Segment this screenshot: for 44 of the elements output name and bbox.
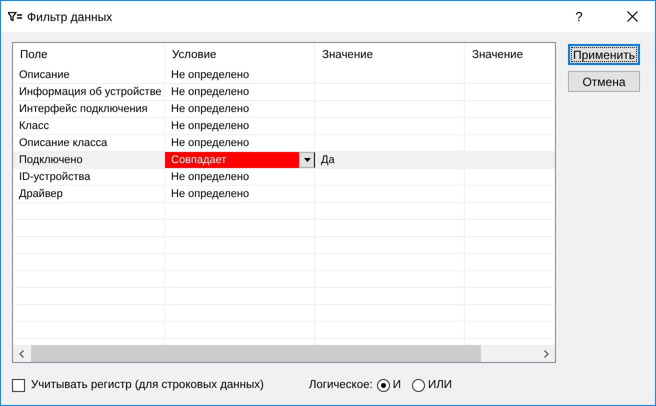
- table-row[interactable]: Интерфейс подключения Не определено: [13, 101, 555, 118]
- window-title: Фильтр данных: [27, 10, 114, 24]
- column-header[interactable]: Условие: [172, 44, 216, 66]
- table-cell-text: Не определено: [171, 119, 250, 134]
- table-cell-text: Не определено: [171, 170, 250, 185]
- column-header[interactable]: Значение: [472, 44, 523, 66]
- table-cell-text: Не определено: [171, 102, 250, 117]
- cancel-button[interactable]: Отмена: [568, 71, 640, 92]
- radio-label[interactable]: И: [392, 379, 401, 391]
- table-cell-text: Не определено: [171, 68, 250, 83]
- table-cell-text: Информация об устройстве: [19, 85, 162, 100]
- horizontal-scrollbar[interactable]: [13, 345, 555, 362]
- table-cell-text: Интерфейс подключения: [19, 102, 148, 117]
- table-cell-text: Драйвер: [19, 187, 63, 202]
- scrollbar-thumb[interactable]: [31, 345, 481, 362]
- table-cell-text: Описание: [19, 68, 70, 83]
- logic-label: Логическое:: [308, 379, 373, 391]
- column-header[interactable]: Значение: [322, 44, 373, 66]
- table-cell-text: Не определено: [171, 187, 250, 202]
- table-cell-text: Да: [321, 153, 335, 168]
- radio-button[interactable]: [376, 378, 390, 392]
- apply-button[interactable]: Применить: [568, 44, 640, 65]
- close-icon[interactable]: [626, 11, 638, 22]
- condition-dropdown[interactable]: Совпадает: [165, 152, 315, 168]
- help-button[interactable]: ?: [569, 9, 589, 24]
- column-header[interactable]: Поле: [20, 44, 48, 66]
- table-cell-text: Описание класса: [19, 136, 108, 151]
- filter-icon: [8, 12, 22, 21]
- table-row[interactable]: Класс Не определено: [13, 118, 555, 135]
- checkbox[interactable]: [12, 378, 25, 392]
- caret-icon[interactable]: [304, 158, 310, 162]
- table-row[interactable]: ID-устройства Не определено: [13, 169, 555, 186]
- radio-label[interactable]: ИЛИ: [428, 379, 452, 391]
- checkbox-label[interactable]: Учитывать регистр (для строковых данных): [31, 379, 264, 391]
- table-row[interactable]: Информация об устройстве Не определено: [13, 84, 555, 101]
- table-cell-text: Класс: [19, 119, 49, 134]
- table-cell-text: ID-устройства: [19, 170, 90, 185]
- table-row[interactable]: Описание Не определено: [13, 67, 555, 84]
- table-cell-text: Подключено: [19, 153, 83, 168]
- table-cell-text: Не определено: [171, 136, 250, 151]
- table-cell-text: Не определено: [171, 85, 250, 100]
- table-row[interactable]: Драйвер Не определено: [13, 186, 555, 203]
- radio-button[interactable]: [412, 378, 425, 392]
- table-row[interactable]: Подключено Совпадает Да: [13, 152, 555, 169]
